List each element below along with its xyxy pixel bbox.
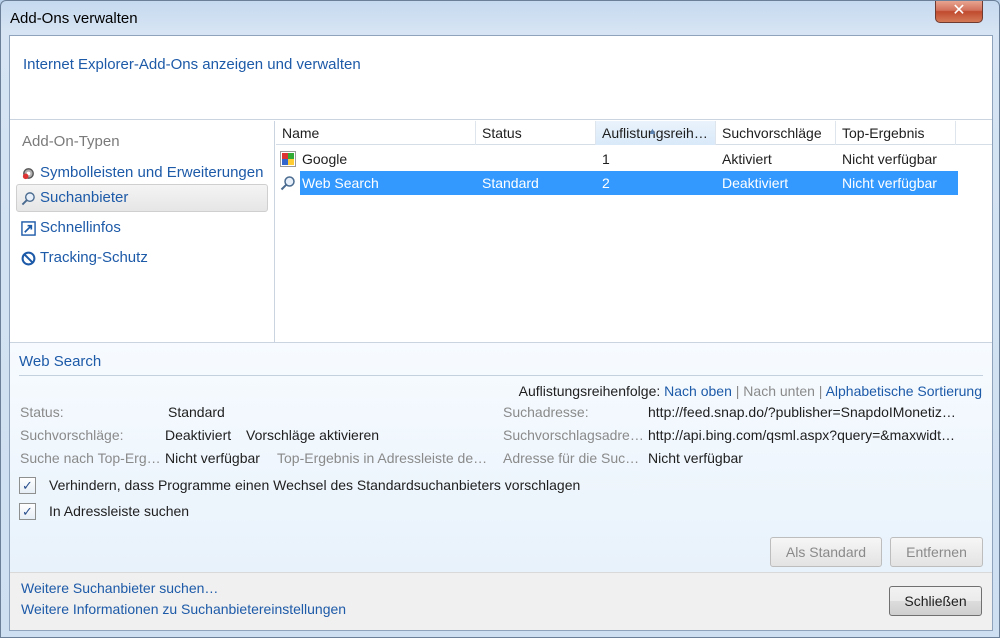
col-header-order[interactable]: ▲ Auflistungsreih…: [596, 121, 716, 145]
col-header-top-result[interactable]: Top-Ergebnis: [836, 121, 956, 145]
move-down-link: Nach unten: [743, 383, 815, 399]
top-result-value: Nicht verfügbar: [165, 450, 260, 466]
table-row[interactable]: Google 1 Aktiviert Nicht verfügbar: [276, 147, 958, 171]
window-close-button[interactable]: ✕: [935, 1, 983, 23]
gear-icon: [22, 168, 34, 180]
suggestions-address-value: http://api.bing.com/qsml.aspx?query=&max…: [648, 427, 955, 443]
search-address-label: Suchadresse:: [503, 404, 589, 420]
col-header-status[interactable]: Status: [476, 121, 596, 145]
search-in-address-bar-label: In Adressleiste suchen: [49, 503, 190, 519]
sidebar-item-tracking-protection[interactable]: Tracking-Schutz: [16, 244, 268, 272]
sidebar-item-label: Suchanbieter: [40, 189, 129, 206]
row-suggestions: Aktiviert: [722, 151, 772, 167]
row-suggestions: Deaktiviert: [722, 175, 789, 191]
row-name: Web Search: [302, 175, 379, 191]
row-status: Standard: [482, 175, 539, 191]
header-text: Internet Explorer-Add-Ons anzeigen und v…: [23, 56, 361, 73]
google-icon: [280, 151, 296, 167]
remove-button[interactable]: Entfernen: [890, 537, 983, 567]
top-result-label: Suche nach Top-Erg…: [20, 450, 161, 466]
dialog-header: Internet Explorer-Add-Ons anzeigen und v…: [10, 36, 992, 120]
sort-order-label: Auflistungsreihenfolge:: [518, 383, 661, 399]
details-panel: Web Search Auflistungsreihenfolge: Nach …: [10, 342, 992, 572]
separator: |: [818, 383, 823, 399]
details-title: Web Search: [19, 353, 102, 370]
sidebar-item-toolbars[interactable]: Symbolleisten und Erweiterungen: [16, 159, 268, 187]
move-up-link[interactable]: Nach oben: [664, 383, 732, 399]
add-ons-window: Add-Ons verwalten ✕ Internet Explorer-Ad…: [0, 0, 1000, 638]
address-for-search-value: Nicht verfügbar: [648, 450, 743, 466]
no-entry-icon: [21, 251, 36, 266]
suggestions-label: Suchvorschläge:: [20, 427, 124, 443]
separator: |: [735, 383, 740, 399]
row-order: 2: [602, 175, 610, 191]
more-info-link[interactable]: Weitere Informationen zu Suchanbieterein…: [21, 601, 346, 617]
table-row[interactable]: Web Search Standard 2 Deaktiviert Nicht …: [300, 171, 958, 195]
row-name: Google: [302, 151, 348, 167]
accelerator-icon: [21, 221, 36, 236]
col-header-suggestions[interactable]: Suchvorschläge: [716, 121, 836, 145]
dialog-footer: Weitere Suchanbieter suchen… Weitere Inf…: [10, 572, 992, 630]
close-button[interactable]: Schließen: [889, 586, 982, 616]
suggestions-value: Deaktiviert: [165, 427, 232, 443]
details-divider: [19, 375, 983, 376]
magnifier-icon: [21, 192, 35, 206]
suggestions-address-label: Suchvorschlagsadre…: [503, 427, 644, 443]
search-providers-list: Name Status ▲ Auflistungsreih… Suchvorsc…: [276, 121, 992, 342]
sidebar-item-search-providers[interactable]: Suchanbieter: [16, 184, 268, 212]
sidebar-item-label: Symbolleisten und Erweiterungen: [40, 164, 264, 181]
addon-types-pane: Add-On-Typen Symbolleisten und Erweiteru…: [10, 121, 275, 342]
sidebar-item-accelerators[interactable]: Schnellinfos: [16, 214, 268, 242]
status-label: Status:: [20, 404, 64, 420]
row-order: 1: [602, 151, 610, 167]
prevent-change-label: Verhindern, dass Programme einen Wechsel…: [49, 477, 581, 493]
row-top-result: Nicht verfügbar: [842, 151, 937, 167]
sort-order-line: Auflistungsreihenfolge: Nach oben | Nach…: [519, 383, 982, 399]
top-result-address-bar-label: Top-Ergebnis in Adressleiste de…: [277, 450, 488, 466]
alphabetical-sort-link[interactable]: Alphabetische Sortierung: [826, 383, 982, 399]
set-default-button[interactable]: Als Standard: [770, 537, 882, 567]
sidebar-item-label: Schnellinfos: [40, 219, 121, 236]
dialog-client: Internet Explorer-Add-Ons anzeigen und v…: [9, 35, 993, 631]
title-bar: Add-Ons verwalten ✕: [1, 1, 999, 35]
prevent-change-checkbox[interactable]: ✓: [19, 477, 36, 494]
search-address-value: http://feed.snap.do/?publisher=SnapdoIMo…: [648, 404, 956, 420]
window-title: Add-Ons verwalten: [10, 10, 138, 27]
column-headers: Name Status ▲ Auflistungsreih… Suchvorsc…: [276, 121, 992, 145]
address-for-search-label: Adresse für die Suc…: [503, 450, 640, 466]
col-header-name[interactable]: Name: [276, 121, 476, 145]
sort-ascending-icon: ▲: [648, 126, 657, 136]
enable-suggestions-link[interactable]: Vorschläge aktivieren: [246, 427, 379, 443]
status-value: Standard: [168, 404, 225, 420]
search-in-address-bar-checkbox[interactable]: ✓: [19, 503, 36, 520]
addon-types-title: Add-On-Typen: [22, 133, 120, 150]
find-more-providers-link[interactable]: Weitere Suchanbieter suchen…: [21, 580, 218, 596]
sidebar-item-label: Tracking-Schutz: [40, 249, 148, 266]
row-top-result: Nicht verfügbar: [842, 175, 937, 191]
magnifier-icon: [280, 176, 295, 191]
